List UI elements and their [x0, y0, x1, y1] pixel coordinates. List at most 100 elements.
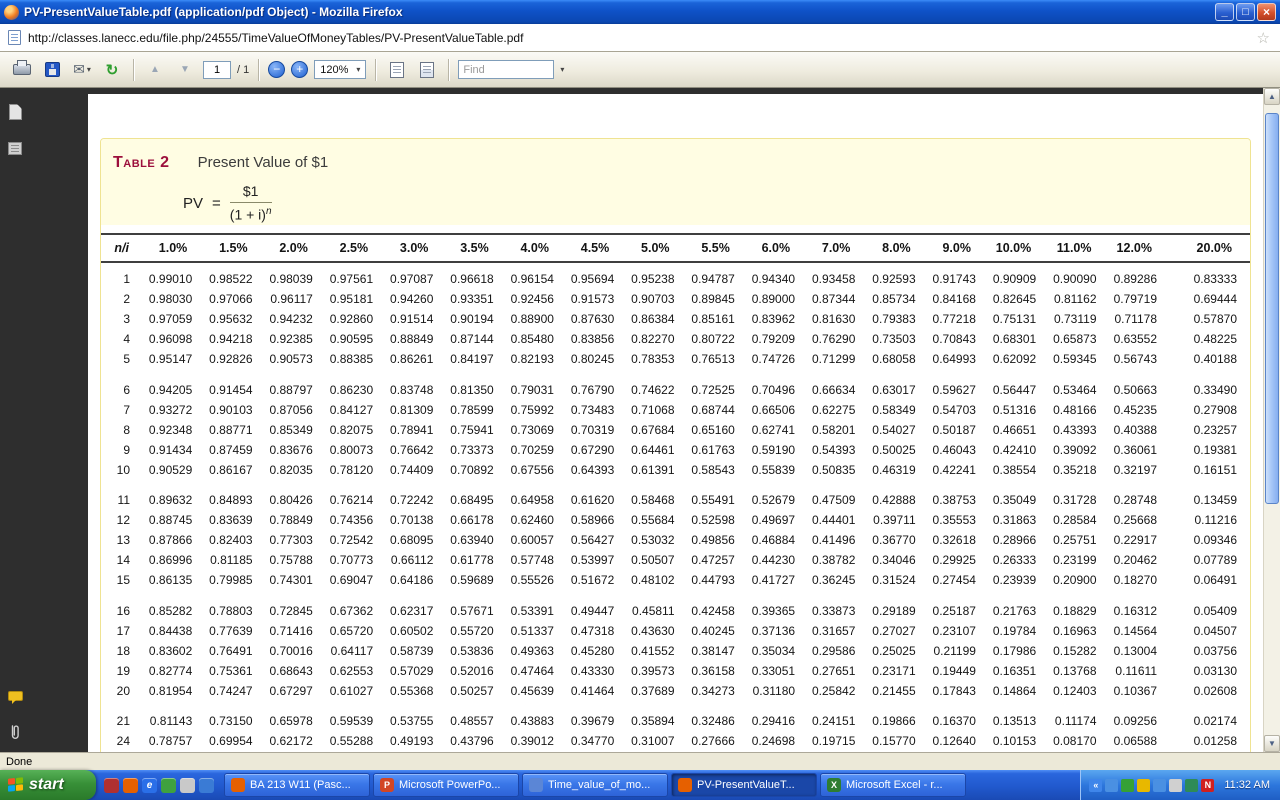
quick-launch-firefox-icon[interactable]	[123, 778, 138, 793]
print-button[interactable]	[10, 58, 34, 82]
pv-factor-cell: 0.48102	[627, 571, 687, 591]
email-button[interactable]: ✉ ▾	[70, 58, 94, 82]
rate-column-header: 10.0%	[989, 234, 1049, 262]
pages-panel-button[interactable]	[5, 102, 25, 122]
minimize-button[interactable]: _	[1215, 3, 1234, 21]
pv-factor-cell: 0.37136	[748, 621, 808, 641]
pv-factor-cell: 0.88849	[386, 330, 446, 350]
continuous-view-button[interactable]	[415, 58, 439, 82]
table-row: 210.811430.731500.659780.595390.537550.4…	[101, 701, 1250, 732]
previous-page-button[interactable]: ▲	[143, 58, 167, 82]
quick-launch-icon-1[interactable]	[104, 778, 119, 793]
rate-column-header: 12.0%	[1110, 234, 1171, 262]
find-dropdown-icon[interactable]: ▾	[560, 65, 564, 74]
scroll-up-button[interactable]: ▲	[1264, 88, 1280, 105]
attachments-panel-button[interactable]	[5, 722, 25, 742]
tray-network-icon[interactable]	[1153, 779, 1166, 792]
table-header-band: Table 2 Present Value of $1 PV = $1 (1 +…	[101, 139, 1250, 225]
tray-novell-icon[interactable]: N	[1201, 779, 1214, 792]
pv-factor-cell: 0.86384	[627, 310, 687, 330]
pv-factor-cell: 0.80722	[688, 330, 748, 350]
pv-factor-cell: 0.54027	[868, 420, 928, 440]
pv-factor-cell: 0.04507	[1170, 621, 1250, 641]
pv-factor-cell: 0.32197	[1110, 460, 1171, 480]
url-field[interactable]: http://classes.lanecc.edu/file.php/24555…	[28, 31, 1255, 45]
pv-factor-cell: 0.31728	[1049, 480, 1109, 511]
scrollbar-thumb[interactable]	[1265, 113, 1279, 504]
pv-factor-cell: 0.76790	[567, 370, 627, 401]
start-button[interactable]: start	[0, 770, 96, 800]
pv-factor-cell: 0.50663	[1110, 370, 1171, 401]
close-button[interactable]: ×	[1257, 3, 1276, 21]
period-cell: 12	[101, 511, 145, 531]
pv-factor-cell: 0.90194	[446, 310, 506, 330]
pv-factor-cell: 0.29189	[868, 591, 928, 622]
next-page-button[interactable]: ▼	[173, 58, 197, 82]
tray-messenger-icon[interactable]	[1185, 779, 1198, 792]
pv-factor-cell: 0.74301	[266, 571, 326, 591]
vertical-scrollbar[interactable]: ▲ ▼	[1263, 88, 1280, 752]
taskbar-task-ba-213-w11[interactable]: BA 213 W11 (Pasc...	[224, 773, 370, 797]
pv-factor-cell: 0.87459	[205, 440, 265, 460]
hidden-icons-chevron[interactable]: «	[1089, 779, 1102, 792]
page-number-input[interactable]	[203, 61, 231, 79]
pv-factor-cell: 0.67362	[326, 591, 386, 622]
taskbar-task-pv-presentvaluetable[interactable]: PV-PresentValueT...	[671, 773, 817, 797]
pv-factor-cell: 0.70016	[266, 641, 326, 661]
pv-factor-cell: 0.94787	[688, 262, 748, 290]
pv-factor-cell: 0.68095	[386, 531, 446, 551]
save-button[interactable]	[40, 58, 64, 82]
pv-factor-cell: 0.05409	[1170, 591, 1250, 622]
pv-factor-cell: 0.01258	[1170, 732, 1250, 752]
quick-launch-icon-6[interactable]	[199, 778, 214, 793]
tray-update-icon[interactable]	[1137, 779, 1150, 792]
taskbar-task-time-value-of-money[interactable]: Time_value_of_mo...	[522, 773, 668, 797]
pv-factor-cell: 0.88797	[266, 370, 326, 401]
maximize-button[interactable]: □	[1236, 3, 1255, 21]
pv-factor-cell: 0.79719	[1110, 290, 1171, 310]
tray-volume-icon[interactable]	[1169, 779, 1182, 792]
toolbar-separator	[133, 59, 134, 81]
refresh-button[interactable]: ↻	[100, 58, 124, 82]
table-row: 90.914340.874590.836760.800730.766420.73…	[101, 440, 1250, 460]
taskbar-clock[interactable]: 11:32 AM	[1224, 779, 1270, 791]
pv-factor-cell: 0.82403	[205, 531, 265, 551]
rate-column-header: 3.5%	[446, 234, 506, 262]
pv-factor-cell: 0.22917	[1110, 531, 1171, 551]
period-cell: 3	[101, 310, 145, 330]
pv-factor-cell: 0.98030	[145, 290, 205, 310]
bookmark-star-icon[interactable]: ☆	[1255, 29, 1272, 47]
single-page-view-button[interactable]	[385, 58, 409, 82]
zoom-level-select[interactable]: 120% ▾	[314, 60, 366, 79]
zoom-out-button[interactable]: −	[268, 61, 285, 78]
quick-launch-icon-4[interactable]	[161, 778, 176, 793]
find-input[interactable]	[458, 60, 554, 79]
pv-factor-cell: 0.25751	[1049, 531, 1109, 551]
quick-launch-icon-5[interactable]	[180, 778, 195, 793]
quick-launch-ie-icon[interactable]: e	[142, 778, 157, 793]
pv-factor-cell: 0.36770	[868, 531, 928, 551]
tray-shield-icon[interactable]	[1121, 779, 1134, 792]
task-label: PV-PresentValueT...	[697, 779, 795, 791]
pv-factor-cell: 0.18270	[1110, 571, 1171, 591]
period-cell: 1	[101, 262, 145, 290]
zoom-in-button[interactable]: +	[291, 61, 308, 78]
taskbar-task-microsoft-excel[interactable]: XMicrosoft Excel - r...	[820, 773, 966, 797]
pv-factor-cell: 0.60502	[386, 621, 446, 641]
table-row: 240.787570.699540.621720.552880.491930.4…	[101, 732, 1250, 752]
pv-factor-cell: 0.66506	[748, 400, 808, 420]
pv-factor-cell: 0.20900	[1049, 571, 1109, 591]
pv-factor-cell: 0.52598	[688, 511, 748, 531]
taskbar-task-microsoft-powerpoint[interactable]: PMicrosoft PowerPo...	[373, 773, 519, 797]
comments-panel-button[interactable]	[5, 686, 25, 706]
pv-factor-cell: 0.55839	[748, 460, 808, 480]
scroll-down-button[interactable]: ▼	[1264, 735, 1280, 752]
pv-factor-cell: 0.97066	[205, 290, 265, 310]
pv-factor-cell: 0.61778	[446, 551, 506, 571]
tray-display-icon[interactable]	[1105, 779, 1118, 792]
window-titlebar[interactable]: PV-PresentValueTable.pdf (application/pd…	[0, 0, 1280, 24]
period-cell: 13	[101, 531, 145, 551]
layers-panel-button[interactable]	[5, 138, 25, 158]
table-row: 10.990100.985220.980390.975610.970870.96…	[101, 262, 1250, 290]
scrollbar-track[interactable]	[1264, 105, 1280, 735]
